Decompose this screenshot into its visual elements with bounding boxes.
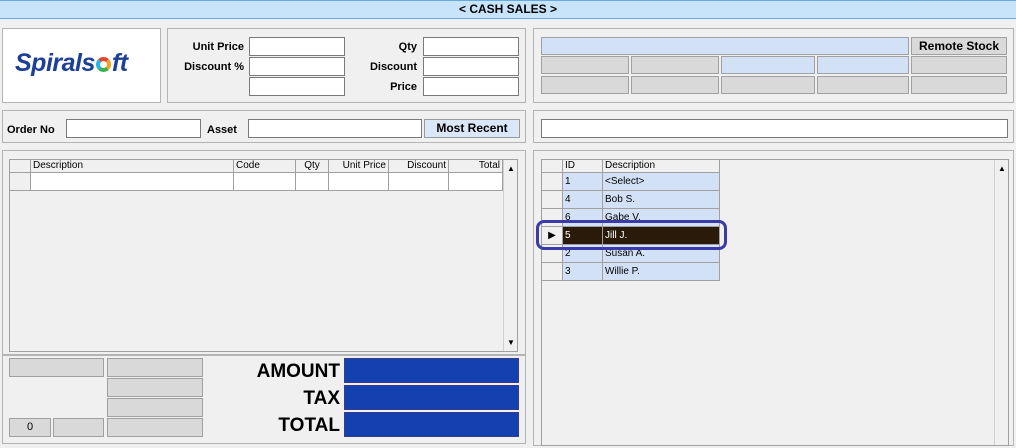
total-value [344, 412, 519, 437]
entry-panel: Unit Price Discount % Qty Discount Price [167, 28, 526, 103]
stock-slot[interactable] [817, 56, 909, 74]
stock-panel: Remote Stock [533, 28, 1014, 103]
staff-scrollbar[interactable]: ▲ [994, 160, 1008, 445]
discount-label: Discount [369, 61, 417, 73]
right-field-panel [533, 110, 1014, 143]
qty-field[interactable] [423, 37, 519, 56]
order-no-field[interactable] [66, 119, 201, 138]
grid-corner [10, 160, 31, 173]
order-panel: Order No Asset Most Recent [2, 110, 526, 143]
order-no-label: Order No [7, 124, 55, 136]
row-selector[interactable] [10, 173, 31, 191]
discount-percent-label: Discount % [184, 61, 244, 73]
price-label: Price [390, 81, 417, 93]
unit-price-label: Unit Price [192, 41, 244, 53]
row-selector[interactable] [542, 191, 563, 209]
price-field[interactable] [423, 77, 519, 96]
tax-label: TAX [303, 388, 340, 409]
stock-search-field[interactable] [541, 37, 909, 55]
action-slot[interactable] [9, 358, 104, 377]
staff-id-cell[interactable]: 1 [563, 173, 603, 191]
scroll-up-icon[interactable]: ▲ [504, 162, 518, 176]
most-recent-button[interactable]: Most Recent [424, 119, 520, 138]
items-cell[interactable] [449, 173, 503, 191]
stock-slot[interactable] [541, 56, 629, 74]
staff-id-cell[interactable]: 4 [563, 191, 603, 209]
logo-text-first: Spirals [15, 49, 95, 77]
action-slot[interactable] [107, 378, 203, 397]
column-header[interactable]: ID [563, 160, 603, 173]
unit-price-field[interactable] [249, 37, 345, 56]
action-slot[interactable] [107, 358, 203, 377]
row-selector[interactable] [542, 263, 563, 281]
column-header[interactable]: Qty [296, 160, 329, 173]
items-cell[interactable] [31, 173, 234, 191]
scroll-up-icon[interactable]: ▲ [995, 162, 1009, 176]
logo-text-last: ft [111, 49, 128, 77]
action-slot[interactable] [53, 418, 104, 437]
selection-highlight [536, 220, 727, 250]
asset-field[interactable] [248, 119, 422, 138]
items-cell[interactable] [389, 173, 449, 191]
asset-label: Asset [207, 124, 237, 136]
total-label: TOTAL [278, 415, 340, 436]
stock-slot[interactable] [911, 76, 1007, 94]
column-header[interactable]: Description [31, 160, 234, 173]
column-header[interactable]: Total [449, 160, 503, 173]
staff-grid: ID Description 1 <Select> 4 Bob S. 6 Gabe V. ▶… [541, 159, 1009, 446]
remote-stock-button[interactable]: Remote Stock [911, 37, 1007, 55]
column-header[interactable]: Discount [389, 160, 449, 173]
stock-slot[interactable] [911, 56, 1007, 74]
staff-name-cell[interactable]: Bob S. [603, 191, 720, 209]
grid-corner [542, 160, 563, 173]
company-logo: Spirals ft [15, 49, 128, 78]
window-title: < CASH SALES > [0, 0, 1016, 19]
stock-slot[interactable] [817, 76, 909, 94]
items-cell[interactable] [329, 173, 389, 191]
stock-slot[interactable] [721, 56, 815, 74]
tax-value [344, 385, 519, 410]
logo-swirl-icon [95, 57, 111, 72]
scroll-down-icon[interactable]: ▼ [504, 336, 518, 350]
logo-panel: Spirals ft [2, 28, 161, 103]
stock-slot[interactable] [631, 76, 719, 94]
counter-display: 0 [9, 418, 51, 437]
staff-name-cell[interactable]: <Select> [603, 173, 720, 191]
column-header[interactable]: Code [234, 160, 296, 173]
items-scrollbar[interactable]: ▲ ▼ [503, 160, 517, 351]
action-slot[interactable] [107, 418, 203, 437]
amount-label: AMOUNT [256, 361, 340, 382]
right-field[interactable] [541, 119, 1008, 138]
stock-slot[interactable] [721, 76, 815, 94]
row-selector[interactable] [542, 173, 563, 191]
qty-label: Qty [398, 41, 417, 53]
amount-value [344, 358, 519, 383]
items-grid: Description Code Qty Unit Price Discount… [9, 159, 518, 352]
discount-field[interactable] [423, 57, 519, 76]
extra-entry-field[interactable] [249, 77, 345, 96]
discount-percent-field[interactable] [249, 57, 345, 76]
column-header[interactable]: Description [603, 160, 720, 173]
items-cell[interactable] [296, 173, 329, 191]
action-slot[interactable] [107, 398, 203, 417]
column-header[interactable]: Unit Price [329, 160, 389, 173]
staff-id-cell[interactable]: 3 [563, 263, 603, 281]
staff-name-cell[interactable]: Willie P. [603, 263, 720, 281]
stock-slot[interactable] [631, 56, 719, 74]
stock-slot[interactable] [541, 76, 629, 94]
items-cell[interactable] [234, 173, 296, 191]
